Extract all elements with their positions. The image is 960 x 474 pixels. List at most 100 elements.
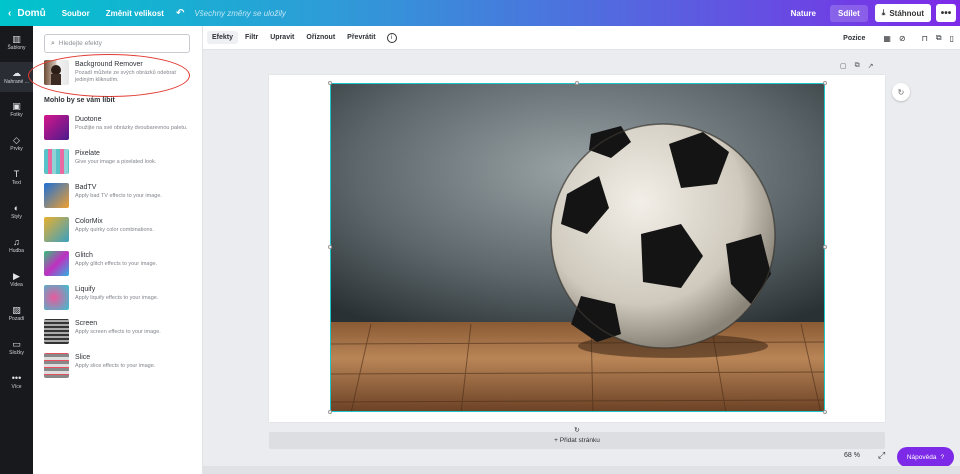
download-button[interactable]: ⤓ Stáhnout	[874, 4, 931, 22]
photos-icon: ▣	[12, 101, 21, 111]
effect-glitch[interactable]: Glitch Apply glitch effects to your imag…	[44, 251, 194, 277]
resize-button[interactable]: Změnit velikost	[98, 0, 172, 26]
back-button[interactable]: ‹ Domů	[0, 0, 54, 26]
effect-thumb	[44, 183, 69, 208]
top-bar: ‹ Domů Soubor Změnit velikost ↶ Všechny …	[0, 0, 960, 26]
effect-thumb	[44, 353, 69, 378]
effects-panel: ⌕ Hledejte efekty Background Remover Poz…	[28, 26, 203, 474]
trash-icon[interactable]: ▯	[950, 34, 954, 43]
effect-title: Slice	[75, 354, 91, 361]
nav-more[interactable]: ••• Více	[0, 373, 33, 390]
portrait-icon	[51, 65, 61, 85]
effect-title: Glitch	[75, 252, 93, 259]
effect-title: Duotone	[75, 116, 102, 123]
crop-button[interactable]: Oříznout	[301, 31, 340, 44]
effect-slice[interactable]: Slice Apply slice effects to your image.	[44, 353, 194, 379]
more-button[interactable]: •••	[936, 4, 956, 22]
lock-icon[interactable]: ⊓	[922, 34, 928, 43]
text-icon: T	[13, 169, 20, 179]
share-button[interactable]: Sdílet	[830, 4, 868, 22]
resize-handle-bl[interactable]	[328, 410, 332, 414]
effect-title: Liquify	[75, 286, 96, 293]
effect-pixelate[interactable]: Pixelate Give your image a pixelated loo…	[44, 149, 194, 175]
upload-icon: ☁	[12, 68, 21, 78]
help-button[interactable]: Nápověda ?	[897, 447, 954, 467]
nav-styles[interactable]: ◐ Styly	[0, 203, 33, 220]
music-icon: ♫	[13, 237, 20, 247]
effect-desc: Apply bad TV effects to your image.	[75, 193, 162, 199]
effect-desc: Apply glitch effects to your image.	[75, 261, 158, 267]
effect-thumb	[44, 217, 69, 242]
effect-title: Pixelate	[75, 150, 100, 157]
resize-handle-left[interactable]	[328, 245, 332, 249]
position-button[interactable]: Pozice	[843, 35, 865, 42]
nav-folders[interactable]: ▭ Složky	[0, 339, 33, 356]
search-input[interactable]: ⌕ Hledejte efekty	[44, 34, 190, 53]
help-icon: ?	[940, 453, 945, 461]
effect-duotone[interactable]: Duotone Použijte na své obrázky dvoubare…	[44, 115, 194, 141]
effect-desc: Apply slice effects to your image.	[75, 363, 156, 369]
elements-icon: ◇	[13, 135, 20, 145]
chevron-left-icon: ‹	[8, 7, 12, 19]
left-nav: ▥ Šablony ☁ Nahrané ... ▣ Fotky ◇ Prvky T Tex…	[0, 26, 33, 474]
nav-music[interactable]: ♫ Hudba	[0, 237, 33, 254]
nav-text[interactable]: T Text	[0, 169, 33, 186]
page-actions: ▢ ⧉ ↗	[840, 62, 874, 70]
copy-page-icon[interactable]: ⧉	[855, 62, 860, 70]
nav-uploads[interactable]: ☁ Nahrané ...	[0, 62, 33, 92]
styles-icon: ◐	[13, 203, 20, 213]
effect-screen[interactable]: Screen Apply screen effects to your imag…	[44, 319, 194, 345]
effect-liquify[interactable]: Liquify Apply liquify effects to your im…	[44, 285, 194, 311]
filter-button[interactable]: Filtr	[240, 31, 263, 44]
add-page-button[interactable]: + Přidat stránku	[269, 432, 885, 449]
home-label: Domů	[17, 7, 46, 19]
section-title: Mohlo by se vám líbit	[44, 97, 115, 104]
horizontal-scrollbar[interactable]	[203, 466, 960, 474]
resize-handle-tr[interactable]	[823, 81, 827, 85]
note-icon[interactable]: ▢	[840, 62, 847, 70]
transparency-icon[interactable]: ▦	[883, 34, 891, 43]
effect-desc: Apply screen effects to your image.	[75, 329, 161, 335]
effect-badtv[interactable]: BadTV Apply bad TV effects to your image…	[44, 183, 194, 209]
image-toolbar: Efekty Filtr Upravit Oříznout Převrátit …	[203, 26, 960, 50]
effect-title: Background Remover	[75, 61, 143, 68]
save-status: Všechny změny se uložily	[194, 8, 286, 18]
link-icon[interactable]: ⊘	[899, 34, 906, 43]
duplicate-icon[interactable]: ⧉	[936, 33, 942, 43]
refresh-icon[interactable]: ↻	[892, 83, 910, 101]
nav-background[interactable]: ▨ Pozadí	[0, 305, 33, 322]
effect-desc: Give your image a pixelated look.	[75, 159, 157, 165]
undo-icon: ↶	[175, 7, 185, 19]
resize-handle-tl[interactable]	[328, 81, 332, 85]
effect-background-remover[interactable]: Background Remover Pozadí můžete ze svýc…	[44, 60, 194, 86]
info-icon[interactable]: i	[386, 32, 397, 43]
effects-button[interactable]: Efekty	[207, 31, 239, 44]
more-icon: •••	[11, 373, 22, 383]
resize-handle-br[interactable]	[823, 410, 827, 414]
nav-elements[interactable]: ◇ Prvky	[0, 135, 33, 152]
nav-photos[interactable]: ▣ Fotky	[0, 101, 33, 118]
effect-thumb	[44, 115, 69, 140]
share-page-icon[interactable]: ↗	[868, 62, 874, 70]
fullscreen-icon[interactable]: ⤢	[878, 450, 885, 461]
undo-button[interactable]: ↶	[172, 0, 188, 26]
effect-desc: Apply liquify effects to your image.	[75, 295, 159, 301]
nav-templates[interactable]: ▥ Šablony	[0, 34, 33, 51]
effect-desc: Apply quirky color combinations.	[75, 227, 154, 233]
download-label: Stáhnout	[889, 8, 924, 18]
nav-videos[interactable]: ▶ Videa	[0, 271, 33, 288]
soccer-ball-photo[interactable]	[330, 83, 825, 412]
effect-colormix[interactable]: ColorMix Apply quirky color combinations…	[44, 217, 194, 243]
resize-handle-top[interactable]	[575, 81, 579, 85]
file-menu[interactable]: Soubor	[54, 0, 98, 26]
adjust-button[interactable]: Upravit	[265, 31, 299, 44]
flip-button[interactable]: Převrátit	[342, 31, 380, 44]
effect-thumb	[44, 60, 69, 85]
download-icon: ⤓	[881, 8, 886, 17]
zoom-level[interactable]: 68 %	[844, 452, 860, 459]
video-icon: ▶	[13, 271, 20, 281]
templates-icon: ▥	[12, 34, 21, 44]
resize-handle-right[interactable]	[823, 245, 827, 249]
design-name[interactable]: Nature	[781, 9, 826, 18]
effect-thumb	[44, 251, 69, 276]
